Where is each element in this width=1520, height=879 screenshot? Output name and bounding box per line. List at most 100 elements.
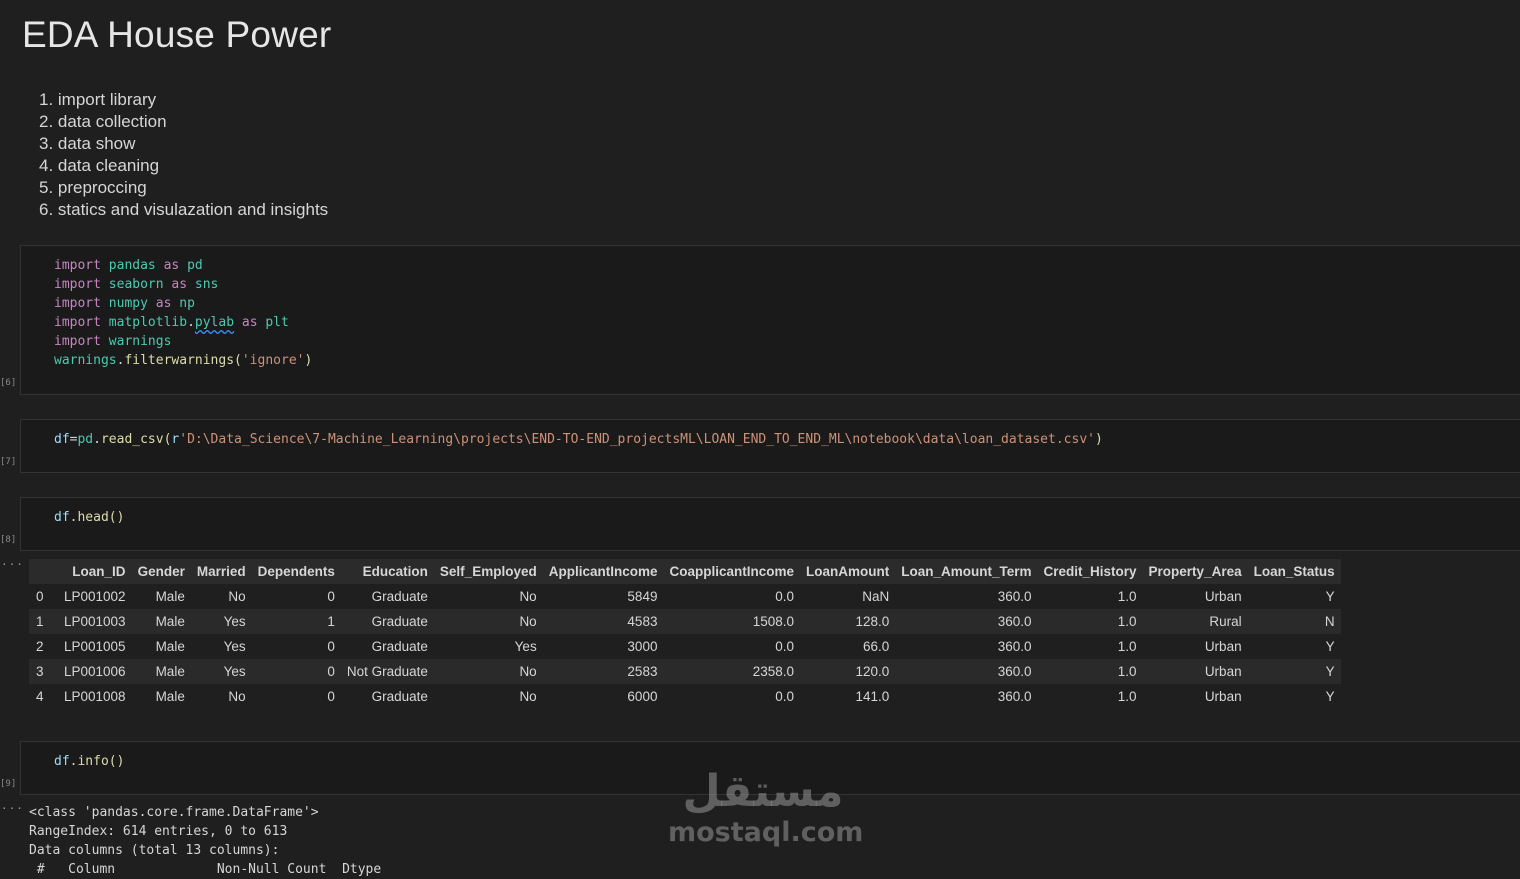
table-cell: Y [1325, 639, 1335, 654]
column-header: Education [340, 559, 434, 584]
info-output: <class 'pandas.core.frame.DataFrame'> Ran… [29, 803, 381, 879]
table-cell: Urban [1204, 639, 1242, 654]
code-line: warnings.filterwarnings('ignore') [54, 353, 313, 368]
output-line: RangeIndex: 614 entries, 0 to 613 [29, 824, 288, 839]
execution-count: [8] [0, 535, 17, 545]
table-row: 1 LP001003 Male Yes 1 Graduate No 4583 1… [29, 609, 1341, 634]
watermark-arabic: مستقل [682, 766, 844, 817]
list-item: 1. import library [39, 90, 157, 109]
output-menu-icon[interactable]: ... [1, 799, 24, 812]
table-cell: Y [1325, 689, 1335, 704]
table-cell: LP001002 [64, 589, 126, 604]
table-cell: Graduate [371, 639, 428, 654]
table-cell: Yes [190, 609, 252, 634]
table-cell: Yes [223, 639, 246, 654]
column-header: Self_Employed [433, 559, 543, 584]
table-cell: 3000 [627, 639, 658, 654]
table-cell: Urban [1204, 589, 1242, 604]
row-index: 2 [36, 639, 44, 654]
table-row: 3 LP001006 Male Yes 0 Not Graduate No 25… [29, 659, 1341, 684]
table-cell: 360.0 [997, 639, 1032, 654]
table-cell: 66.0 [862, 639, 890, 654]
code-line: import numpy as np [54, 296, 195, 311]
list-item: 6. statics and visulazation and insights [39, 200, 329, 219]
table-cell: Not Graduate [340, 659, 434, 684]
code-cell-imports[interactable]: import pandas as pd import seaborn as sn… [20, 245, 1520, 395]
column-header: Married [190, 559, 252, 584]
table-cell: 1508.0 [663, 609, 800, 634]
table-cell: 120.0 [800, 659, 896, 684]
table-cell: 0.0 [775, 689, 794, 704]
table-cell: No [228, 689, 246, 704]
table-cell: No [519, 589, 537, 604]
table-cell: Male [131, 659, 191, 684]
table-cell: 0 [327, 589, 335, 604]
column-header: Gender [131, 559, 191, 584]
table-cell: No [433, 609, 543, 634]
dataframe-table: Loan_ID Gender Married Dependents Educat… [29, 559, 1341, 709]
table-cell: LP001006 [58, 659, 132, 684]
table-cell: Male [155, 589, 185, 604]
code-line: import pandas as pd [54, 258, 203, 273]
row-index: 3 [29, 659, 58, 684]
column-header: LoanAmount [800, 559, 896, 584]
code-cell-head[interactable]: df.head() [20, 497, 1520, 551]
table-cell: LP001005 [64, 639, 126, 654]
code-cell-read-csv[interactable]: df=pd.read_csv(r'D:\Data_Science\7-Machi… [20, 419, 1520, 473]
table-cell: 360.0 [895, 609, 1038, 634]
table-cell: LP001003 [58, 609, 132, 634]
table-cell: No [519, 689, 537, 704]
table-cell: 141.0 [855, 689, 890, 704]
table-row: 0 LP001002 Male No 0 Graduate No 5849 0.… [29, 584, 1341, 609]
table-cell: 0 [327, 639, 335, 654]
code-line: df.info() [54, 754, 125, 769]
execution-count: [6] [0, 378, 17, 388]
table-cell: Male [155, 639, 185, 654]
table-cell: 5849 [627, 589, 658, 604]
table-cell: Graduate [340, 609, 434, 634]
row-index: 1 [29, 609, 58, 634]
table-cell: 6000 [627, 689, 658, 704]
table-cell: 2583 [542, 659, 664, 684]
output-menu-icon[interactable]: ... [1, 555, 24, 568]
table-cell: 0 [327, 689, 335, 704]
table-cell: Graduate [371, 589, 428, 604]
table-cell: NaN [862, 589, 890, 604]
table-cell: No [433, 659, 543, 684]
notebook-title: EDA House Power [22, 14, 332, 55]
mostaql-watermark: مستقل mostaql.com [668, 766, 864, 848]
execution-count: [9] [0, 779, 17, 789]
table-cell: Yes [514, 639, 537, 654]
table-header-row: Loan_ID Gender Married Dependents Educat… [29, 559, 1341, 584]
column-header: Loan_Status [1247, 559, 1341, 584]
table-cell: 0 [251, 659, 341, 684]
table-cell: Urban [1142, 659, 1248, 684]
code-line: df.head() [54, 510, 125, 525]
column-header: Credit_History [1037, 559, 1143, 584]
table-cell: 128.0 [800, 609, 896, 634]
code-line: import matplotlib.pylab as plt [54, 315, 289, 330]
column-header [29, 559, 58, 584]
code-line: df=pd.read_csv(r'D:\Data_Science\7-Machi… [54, 432, 1103, 447]
column-header: CoapplicantIncome [663, 559, 800, 584]
table-cell: N [1247, 609, 1341, 634]
steps-list: 1. import library 2. data collection 3. … [39, 89, 328, 221]
table-cell: 4583 [542, 609, 664, 634]
list-item: 2. data collection [39, 112, 167, 131]
row-index: 4 [36, 689, 44, 704]
table-row: 4 LP001008 Male No 0 Graduate No 6000 0.… [29, 684, 1341, 709]
table-cell: Yes [190, 659, 252, 684]
column-header: ApplicantIncome [542, 559, 664, 584]
column-header: Dependents [251, 559, 341, 584]
watermark-latin: mostaql.com [668, 817, 864, 848]
table-cell: 1 [251, 609, 341, 634]
table-cell: Rural [1142, 609, 1248, 634]
table-cell: 1.0 [1037, 659, 1143, 684]
list-item: 4. data cleaning [39, 156, 160, 175]
output-line: <class 'pandas.core.frame.DataFrame'> [29, 805, 319, 820]
table-cell: Male [131, 609, 191, 634]
table-cell: Male [155, 689, 185, 704]
output-line: Data columns (total 13 columns): [29, 843, 280, 858]
table-cell: Graduate [371, 689, 428, 704]
list-item: 5. preproccing [39, 178, 147, 197]
